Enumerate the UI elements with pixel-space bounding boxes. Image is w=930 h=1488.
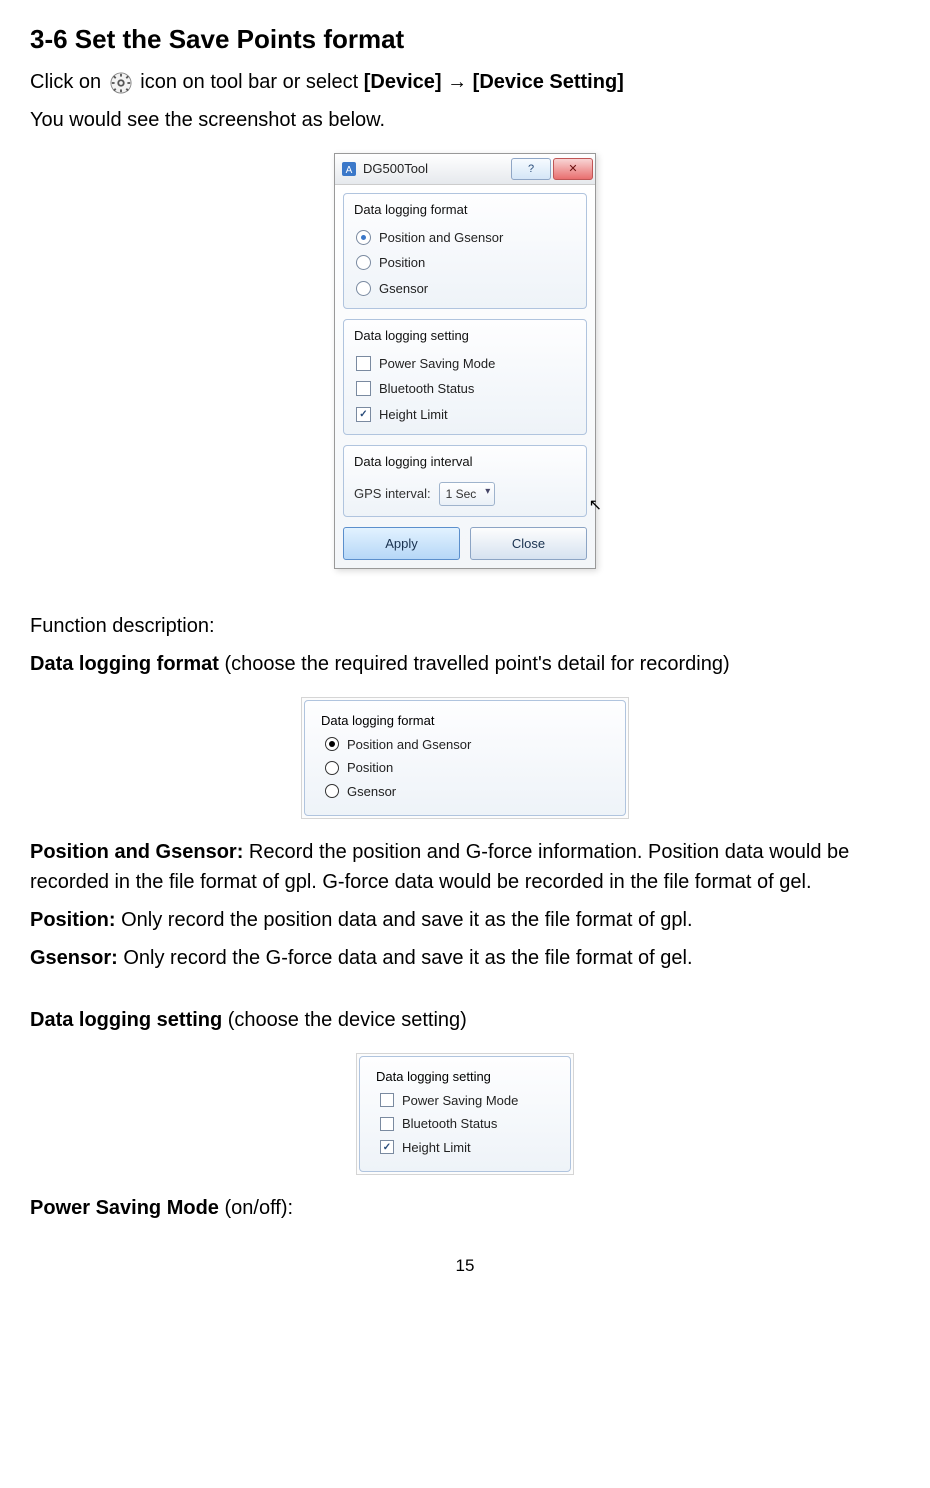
desc-p-bold: Position:	[30, 909, 116, 931]
power-saving-mode-heading: Power Saving Mode (on/off):	[30, 1193, 900, 1223]
snippet-setting: Data logging setting Power Saving Mode B…	[356, 1053, 574, 1175]
snippet-format-group: Data logging format Position and Gsensor…	[304, 700, 626, 816]
snippet-setting-title: Data logging setting	[376, 1067, 560, 1087]
checkbox-height-limit[interactable]: Height Limit	[356, 405, 576, 425]
group-data-logging-interval: Data logging interval GPS interval: 1 Se…	[343, 445, 587, 517]
dlf-bold: Data logging format	[30, 653, 219, 675]
svg-text:A: A	[346, 165, 353, 176]
menu-device-setting: [Device Setting]	[473, 71, 624, 93]
dialog-window: A DG500Tool ? ✕ Data logging format Posi…	[334, 153, 596, 569]
group-title-interval: Data logging interval	[354, 452, 576, 472]
checkbox-label: Bluetooth Status	[379, 379, 474, 399]
group-data-logging-setting: Data logging setting Power Saving Mode B…	[343, 319, 587, 435]
close-button[interactable]: ✕	[553, 158, 593, 180]
snippet-setting-group: Data logging setting Power Saving Mode B…	[359, 1056, 571, 1172]
checkbox-label: Height Limit	[379, 405, 448, 425]
checkbox-icon	[356, 356, 371, 371]
radio-icon	[356, 281, 371, 296]
group-title-setting: Data logging setting	[354, 326, 576, 346]
section-heading: 3-6 Set the Save Points format	[30, 20, 900, 59]
desc-p-text: Only record the position data and save i…	[116, 909, 693, 931]
cursor-icon: ↖	[589, 494, 602, 518]
checkbox-power-saving[interactable]: Power Saving Mode	[356, 354, 576, 374]
snippet-checkbox-power-saving[interactable]: Power Saving Mode	[380, 1091, 560, 1111]
help-button[interactable]: ?	[511, 158, 551, 180]
radio-gsensor[interactable]: Gsensor	[356, 279, 576, 299]
group-title-format: Data logging format	[354, 200, 576, 220]
checkbox-icon	[380, 1117, 394, 1131]
radio-label: Position and Gsensor	[379, 228, 503, 248]
desc-gsensor: Gsensor: Only record the G-force data an…	[30, 943, 900, 973]
intro-line-2: You would see the screenshot as below.	[30, 105, 900, 135]
checkbox-label: Power Saving Mode	[379, 354, 495, 374]
interval-select[interactable]: 1 Sec	[439, 482, 496, 506]
checkbox-icon	[380, 1093, 394, 1107]
app-icon: A	[341, 161, 357, 177]
checkbox-label: Height Limit	[402, 1138, 471, 1158]
snippet-format: Data logging format Position and Gsensor…	[301, 697, 629, 819]
page-number: 15	[30, 1253, 900, 1279]
group-data-logging-format: Data logging format Position and Gsensor…	[343, 193, 587, 309]
desc-g-text: Only record the G-force data and save it…	[118, 947, 693, 969]
snippet-radio-gsensor[interactable]: Gsensor	[325, 782, 615, 802]
desc-position-gsensor: Position and Gsensor: Record the positio…	[30, 837, 900, 897]
dialog-title: DG500Tool	[363, 159, 505, 179]
dls-bold: Data logging setting	[30, 1009, 222, 1031]
radio-label: Position	[347, 758, 393, 778]
dls-suffix: (choose the device setting)	[222, 1009, 467, 1031]
radio-label: Gsensor	[379, 279, 428, 299]
radio-position-gsensor[interactable]: Position and Gsensor	[356, 228, 576, 248]
desc-pg-bold: Position and Gsensor:	[30, 841, 243, 863]
radio-label: Position	[379, 253, 425, 273]
checkbox-icon	[380, 1140, 394, 1154]
titlebar: A DG500Tool ? ✕	[335, 154, 595, 185]
psm-suffix: (on/off):	[219, 1197, 293, 1219]
gear-icon	[110, 72, 132, 94]
radio-icon	[325, 784, 339, 798]
interval-label: GPS interval:	[354, 484, 431, 504]
dlf-suffix: (choose the required travelled point's d…	[219, 653, 730, 675]
snippet-radio-position-gsensor[interactable]: Position and Gsensor	[325, 735, 615, 755]
radio-position[interactable]: Position	[356, 253, 576, 273]
snippet-format-title: Data logging format	[321, 711, 615, 731]
function-description-label: Function description:	[30, 611, 900, 641]
intro-text-b: icon on tool bar or select	[140, 71, 363, 93]
snippet-checkbox-bluetooth[interactable]: Bluetooth Status	[380, 1114, 560, 1134]
data-logging-setting-heading: Data logging setting (choose the device …	[30, 1005, 900, 1035]
menu-device: [Device]	[364, 71, 442, 93]
apply-button[interactable]: Apply	[343, 527, 460, 561]
radio-icon	[325, 737, 339, 751]
desc-position: Position: Only record the position data …	[30, 905, 900, 935]
checkbox-label: Bluetooth Status	[402, 1114, 497, 1134]
radio-icon	[356, 230, 371, 245]
checkbox-bluetooth[interactable]: Bluetooth Status	[356, 379, 576, 399]
arrow-icon: →	[447, 71, 473, 93]
radio-label: Position and Gsensor	[347, 735, 471, 755]
close-dialog-button[interactable]: Close	[470, 527, 587, 561]
checkbox-label: Power Saving Mode	[402, 1091, 518, 1111]
intro-text-a: Click on	[30, 71, 107, 93]
psm-bold: Power Saving Mode	[30, 1197, 219, 1219]
radio-label: Gsensor	[347, 782, 396, 802]
data-logging-format-heading: Data logging format (choose the required…	[30, 649, 900, 679]
checkbox-icon	[356, 381, 371, 396]
radio-icon	[325, 761, 339, 775]
desc-g-bold: Gsensor:	[30, 947, 118, 969]
intro-line-1: Click on icon on tool bar or select [Dev…	[30, 67, 900, 97]
checkbox-icon	[356, 407, 371, 422]
snippet-checkbox-height-limit[interactable]: Height Limit	[380, 1138, 560, 1158]
radio-icon	[356, 255, 371, 270]
snippet-radio-position[interactable]: Position	[325, 758, 615, 778]
